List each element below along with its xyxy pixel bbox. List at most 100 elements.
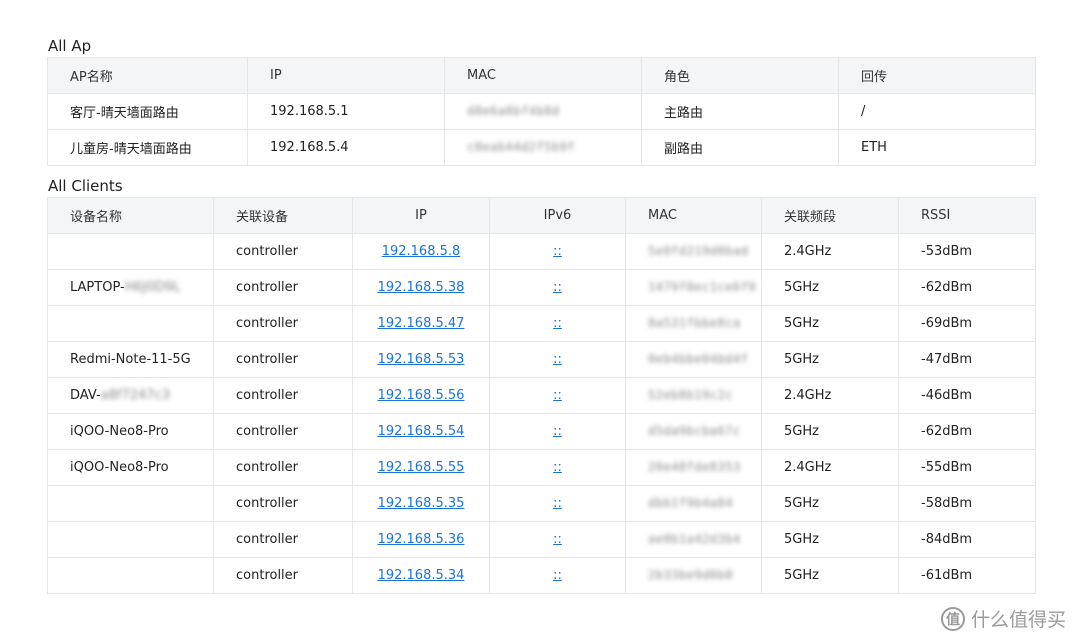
ipv6-link[interactable]: :: xyxy=(553,316,562,331)
device-name: iQOO-Neo8-Pro xyxy=(70,424,169,439)
client-mac: 0eb4bbe04bd4f xyxy=(648,352,749,366)
ap-ip: 192.168.5.1 xyxy=(247,93,445,130)
device-name-cell: LAPTOP-H6J0D9L xyxy=(47,269,214,306)
band: 5GHz xyxy=(761,557,899,594)
table-row: 客厅-晴天墙面路由 192.168.5.1 d8e6a8bf4b8d 主路由 / xyxy=(47,93,1036,130)
col-header-ipv6[interactable]: IPv6 xyxy=(489,197,626,234)
ipv6-link[interactable]: :: xyxy=(553,532,562,547)
ap-name: 客厅-晴天墙面路由 xyxy=(47,93,248,130)
band: 2.4GHz xyxy=(761,449,899,486)
ip-link[interactable]: 192.168.5.34 xyxy=(378,568,465,583)
rssi: -58dBm xyxy=(898,485,1036,522)
ip-cell: 192.168.5.56 xyxy=(352,377,490,414)
ipv6-link[interactable]: :: xyxy=(553,496,562,511)
watermark: 值 什么值得买 xyxy=(940,605,1066,632)
col-header-mac[interactable]: MAC xyxy=(444,57,642,94)
assoc-device: controller xyxy=(213,377,353,414)
ipv6-link[interactable]: :: xyxy=(553,244,562,259)
client-mac: 8a531fbbe8ca xyxy=(648,316,741,330)
ipv6-cell: :: xyxy=(489,341,626,378)
ipv6-cell: :: xyxy=(489,305,626,342)
ip-link[interactable]: 192.168.5.36 xyxy=(378,532,465,547)
ip-link[interactable]: 192.168.5.47 xyxy=(378,316,465,331)
ipv6-cell: :: xyxy=(489,413,626,450)
col-header-device-name[interactable]: 设备名称 xyxy=(47,197,214,234)
ipv6-link[interactable]: :: xyxy=(553,568,562,583)
ipv6-link[interactable]: :: xyxy=(553,280,562,295)
mac-cell: 20e48fde8353 xyxy=(625,449,762,486)
ip-cell: 192.168.5.36 xyxy=(352,521,490,558)
ip-link[interactable]: 192.168.5.54 xyxy=(378,424,465,439)
table-row: LAPTOP-H6J0D9L controller 192.168.5.38:: 14… xyxy=(47,269,1036,306)
col-header-mac[interactable]: MAC xyxy=(625,197,762,234)
client-mac: 52eb8b19c2c xyxy=(648,388,733,402)
assoc-device: controller xyxy=(213,557,353,594)
table-row: controller 192.168.5.35:: dbb1f9b4a84 5GHz -… xyxy=(47,485,1036,522)
device-name-cell xyxy=(47,305,214,342)
assoc-device: controller xyxy=(213,233,353,270)
clients-table: 设备名称 关联设备 IP IPv6 MAC 关联频段 RSSI controll… xyxy=(47,197,1036,594)
ip-link[interactable]: 192.168.5.8 xyxy=(382,244,461,259)
device-name-cell: DAV-a8f7247c3 xyxy=(47,377,214,414)
ip-cell: 192.168.5.8 xyxy=(352,233,490,270)
table-row: iQOO-Neo8-Pro controller 192.168.5.55:: 20e… xyxy=(47,449,1036,486)
mac-cell: 1479f8ec1ce6f9 xyxy=(625,269,762,306)
ap-mac-cell: c8eab44d2f5b9f xyxy=(444,129,642,166)
device-name-cell xyxy=(47,233,214,270)
ipv6-link[interactable]: :: xyxy=(553,460,562,475)
band: 5GHz xyxy=(761,485,899,522)
ip-link[interactable]: 192.168.5.35 xyxy=(378,496,465,511)
col-header-ip[interactable]: IP xyxy=(352,197,490,234)
device-name-cell: iQOO-Neo8-Pro xyxy=(47,449,214,486)
col-header-assoc-device[interactable]: 关联设备 xyxy=(213,197,353,234)
device-name: LAPTOP- xyxy=(70,280,125,295)
ap-section-title: All Ap xyxy=(48,37,92,55)
device-name-redacted: H6J0D9L xyxy=(124,280,181,295)
table-row: controller 192.168.5.8:: 5e0fd219d0bad 2.4G… xyxy=(47,233,1036,270)
ap-table-header-row: AP名称 IP MAC 角色 回传 xyxy=(47,57,1036,94)
col-header-ip[interactable]: IP xyxy=(247,57,445,94)
rssi: -62dBm xyxy=(898,269,1036,306)
ap-mac-cell: d8e6a8bf4b8d xyxy=(444,93,642,130)
ip-link[interactable]: 192.168.5.38 xyxy=(378,280,465,295)
device-name-cell xyxy=(47,485,214,522)
mac-cell: 0eb4bbe04bd4f xyxy=(625,341,762,378)
ipv6-link[interactable]: :: xyxy=(553,352,562,367)
assoc-device: controller xyxy=(213,449,353,486)
clients-section-title: All Clients xyxy=(48,177,123,195)
ap-backhaul: ETH xyxy=(838,129,1036,166)
assoc-device: controller xyxy=(213,269,353,306)
assoc-device: controller xyxy=(213,341,353,378)
smzdm-logo-icon: 值 xyxy=(940,606,965,631)
ap-mac: c8eab44d2f5b9f xyxy=(467,140,576,154)
client-mac: 2b33be9d0b0 xyxy=(648,568,733,582)
col-header-band[interactable]: 关联频段 xyxy=(761,197,899,234)
table-row: DAV-a8f7247c3 controller 192.168.5.56:: 52e… xyxy=(47,377,1036,414)
device-name-redacted: a8f7247c3 xyxy=(100,388,170,403)
client-mac: dbb1f9b4a84 xyxy=(648,496,733,510)
ipv6-cell: :: xyxy=(489,485,626,522)
col-header-backhaul[interactable]: 回传 xyxy=(838,57,1036,94)
device-name: DAV- xyxy=(70,388,101,403)
assoc-device: controller xyxy=(213,485,353,522)
ipv6-link[interactable]: :: xyxy=(553,388,562,403)
ip-link[interactable]: 192.168.5.53 xyxy=(378,352,465,367)
col-header-ap-name[interactable]: AP名称 xyxy=(47,57,248,94)
device-name: iQOO-Neo8-Pro xyxy=(70,460,169,475)
ipv6-link[interactable]: :: xyxy=(553,424,562,439)
ip-cell: 192.168.5.54 xyxy=(352,413,490,450)
table-row: controller 192.168.5.34:: 2b33be9d0b0 5GHz -… xyxy=(47,557,1036,594)
ip-link[interactable]: 192.168.5.55 xyxy=(378,460,465,475)
assoc-device: controller xyxy=(213,413,353,450)
mac-cell: 2b33be9d0b0 xyxy=(625,557,762,594)
client-mac: 20e48fde8353 xyxy=(648,460,741,474)
table-row: Redmi-Note-11-5G controller 192.168.5.53::… xyxy=(47,341,1036,378)
ap-name: 儿童房-晴天墙面路由 xyxy=(47,129,248,166)
col-header-rssi[interactable]: RSSI xyxy=(898,197,1036,234)
ip-cell: 192.168.5.38 xyxy=(352,269,490,306)
rssi: -46dBm xyxy=(898,377,1036,414)
ip-link[interactable]: 192.168.5.56 xyxy=(378,388,465,403)
col-header-role[interactable]: 角色 xyxy=(641,57,839,94)
ap-mac: d8e6a8bf4b8d xyxy=(467,104,560,118)
rssi: -62dBm xyxy=(898,413,1036,450)
